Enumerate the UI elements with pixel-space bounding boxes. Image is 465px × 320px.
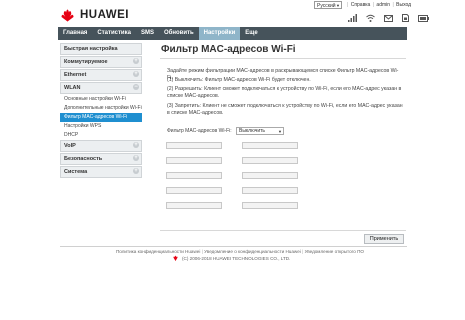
sidebar-item-dhcp[interactable]: DHCP [60,131,142,140]
description-text: (3) Запретить: Клиент не сможет подключа… [167,103,403,116]
nav-home[interactable]: Главная [58,27,92,40]
mac-address-input[interactable] [166,172,222,179]
apply-button[interactable]: Применить [364,234,404,244]
copyright-text: (C) 2006-2018 HUAWEI TECHNOLOGIES CO., L… [182,255,291,261]
mac-filter-label: Фильтр MAC-адресов Wi-Fi: [167,128,232,134]
nav-more[interactable]: Еще [240,27,262,40]
sidebar-dialup[interactable]: Коммутируемое соединение+ [60,56,142,75]
mac-address-input[interactable] [166,187,222,194]
expand-icon: + [133,168,139,174]
nav-settings[interactable]: Настройки [198,27,241,40]
signal-icon [348,14,357,22]
footer-divider [60,246,407,247]
sidebar-item-mac-filter[interactable]: Фильтр MAC-адресов Wi-Fi [60,113,142,122]
collapse-icon: − [133,84,139,90]
page-title: Фильтр MAC-адресов Wi-Fi [161,44,296,55]
sidebar-ethernet[interactable]: Ethernet + [60,69,142,81]
open-source-link[interactable]: Уведомление открытого ПО [305,249,364,254]
sidebar-security[interactable]: Безопасность + [60,153,142,165]
nav-statistics[interactable]: Статистика [92,27,136,40]
expand-icon: + [133,71,139,77]
top-links: | Справка | admin | Выход [347,2,412,8]
mac-address-input[interactable] [242,202,298,209]
mac-address-input[interactable] [166,142,222,149]
description-text: (1) Выключить: Фильтр MAC-адресов Wi-Fi … [167,77,311,83]
sidebar-voip[interactable]: VoIP + [60,140,142,152]
status-icons [348,13,429,22]
mac-address-input[interactable] [242,172,298,179]
mac-address-input[interactable] [166,202,222,209]
language-select[interactable]: Русский [314,1,342,10]
description-text: (2) Разрешить: Клиент сможет подключатьс… [167,86,402,99]
mac-address-input[interactable] [242,157,298,164]
footer-copyright: (C) 2006-2018 HUAWEI TECHNOLOGIES CO., L… [172,255,290,261]
help-link[interactable]: Справка [351,2,371,8]
sidebar-system[interactable]: Система + [60,166,142,178]
user-link[interactable]: admin [376,2,390,8]
logout-link[interactable]: Выход [396,2,411,8]
main-nav: Главная Статистика SMS Обновить Настройк… [58,27,407,40]
nav-update[interactable]: Обновить [159,27,199,40]
battery-icon [418,15,429,22]
mac-address-input[interactable] [242,187,298,194]
huawei-logo: HUAWEI [60,5,129,25]
huawei-small-logo-icon [173,255,178,261]
sidebar-item-wifi-advanced[interactable]: Дополнительные настройки Wi-Fi [60,104,142,113]
privacy-notice-link[interactable]: Уведомление о конфиденциальности Huawei [204,249,301,254]
footer-links: Политика конфиденциальности Huawei | Уве… [116,249,364,254]
mac-address-input[interactable] [166,157,222,164]
privacy-policy-link[interactable]: Политика конфиденциальности Huawei [116,249,200,254]
brand-name: HUAWEI [80,9,129,21]
huawei-logo-icon [61,9,74,21]
wifi-icon [366,14,375,22]
divider [160,230,406,231]
nav-sms[interactable]: SMS [136,27,159,40]
mac-filter-select[interactable]: Выключить [236,127,284,135]
sidebar-wlan[interactable]: WLAN − [60,82,142,94]
sim-icon [402,14,409,22]
sidebar-item-wps[interactable]: Настройки WPS [60,122,142,131]
sidebar-item-wifi-basic[interactable]: Основные настройки Wi-Fi [60,95,142,104]
expand-icon: + [133,155,139,161]
mail-icon[interactable] [384,15,393,22]
expand-icon: + [133,142,139,148]
sidebar-quick-setup[interactable]: Быстрая настройка [60,43,142,55]
settings-sidebar: Быстрая настройка Коммутируемое соединен… [60,43,142,179]
expand-icon: + [133,58,139,64]
divider [160,58,406,59]
mac-address-input[interactable] [242,142,298,149]
